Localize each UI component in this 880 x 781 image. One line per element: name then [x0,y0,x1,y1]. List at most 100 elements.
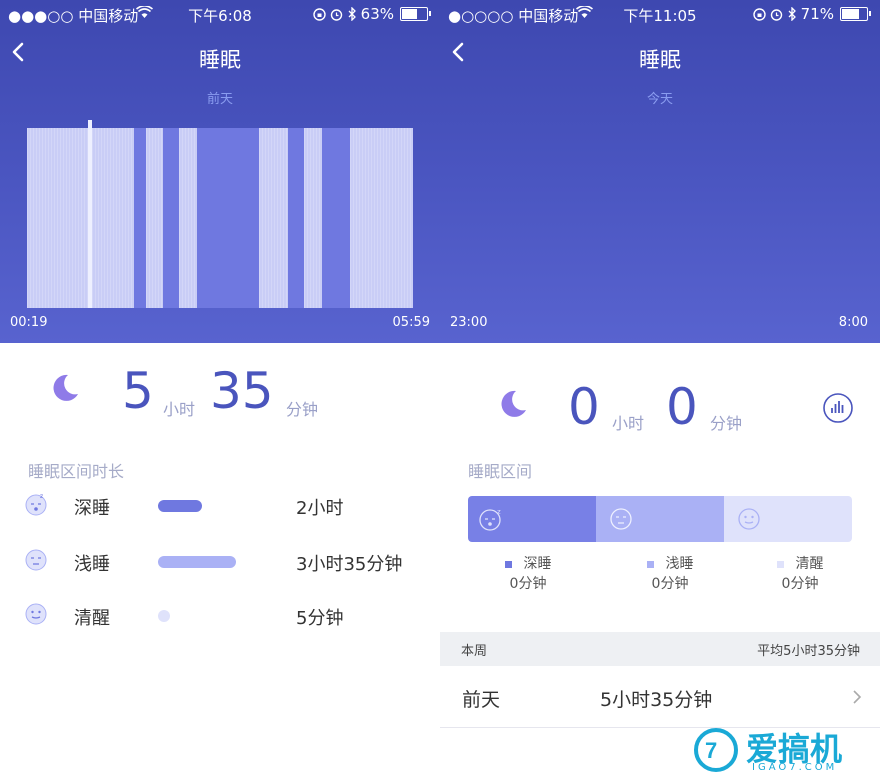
sleep-hours: 0 [568,378,600,436]
row-value: 5分钟 [296,608,344,629]
row-value: 3小时35分钟 [296,554,403,575]
minutes-unit: 分钟 [286,400,319,419]
timeline-end: 8:00 [838,315,868,330]
svg-text:7: 7 [705,738,717,763]
alarm-icon [330,8,342,21]
alarm-icon [770,8,782,21]
awake-bar [158,610,170,622]
deep-sleep-bar [158,500,202,512]
row-light-sleep: 浅睡 3小时35分钟 [0,546,440,586]
status-right-icons: 71% [752,5,871,23]
row-label: 浅睡 [74,554,110,575]
row-deep-sleep: z 深睡 2小时 [0,490,440,530]
sleep-segment [92,128,134,308]
week-average: 平均5小时35分钟 [757,644,860,659]
sleep-timeline-chart [27,120,413,308]
awake-segment [724,496,852,542]
light-sleep-face-icon [25,549,47,571]
chevron-right-icon [853,690,862,704]
sleep-segment [322,128,350,308]
light-sleep-face-icon [610,508,632,530]
timeline-start: 00:19 [10,315,48,330]
legend-label: 浅睡 [665,556,694,572]
hours-unit: 小时 [163,400,196,419]
sleep-segment [288,128,304,308]
deep-sleep-face-icon: z [479,508,501,531]
moon-icon [501,390,526,417]
light-sleep-bar [158,556,236,568]
status-right-icons: 63% [312,5,431,23]
status-bar: ●○○○○ 中国移动 下午11:05 71% [440,0,880,28]
legend-label: 深睡 [523,556,552,572]
rotation-lock-icon [312,7,326,21]
section-title: 睡眠区间时长 [28,462,125,481]
legend-awake: 清醒 0分钟 [760,553,840,593]
deep-sleep-segment: z [468,496,596,542]
legend-value: 0分钟 [651,576,689,592]
bluetooth-icon [788,7,796,21]
sleep-hero: ●○○○○ 中国移动 下午11:05 71% 睡眠 今天 23:00 8:00 [440,0,880,343]
moon-icon [53,374,78,401]
legend-light: 浅睡 0分钟 [630,553,710,593]
sleep-segment [179,128,197,308]
row-label: 清醒 [74,608,110,629]
svg-text:z: z [40,493,43,500]
minutes-unit: 分钟 [710,414,743,433]
sleep-summary: 5 小时 35 分钟 [0,360,440,430]
sleep-segment [197,128,259,308]
list-item-day: 前天 [462,689,501,711]
sleep-minutes: 0 [666,378,698,436]
list-item[interactable]: 前天 5小时35分钟 [440,667,880,728]
sleep-hero: ●●●○○ 中国移动 下午6:08 63% 睡眠 前天 00:19 05:59 [0,0,440,343]
sleep-segment [163,128,179,308]
page-title: 睡眠 [639,48,681,72]
rotation-lock-icon [752,7,766,21]
sleep-minutes: 35 [210,362,274,420]
legend-swatch [504,561,512,568]
row-value: 2小时 [296,498,344,519]
battery-icon [840,7,871,21]
date-label: 今天 [646,92,673,107]
timeline-start: 23:00 [450,315,488,330]
legend-value: 0分钟 [509,576,547,592]
sleep-segment [27,128,88,308]
page-title: 睡眠 [199,48,241,72]
sleep-segment [304,128,322,308]
list-item-duration: 5小时35分钟 [600,689,713,711]
sleep-segment [146,128,163,308]
awake-face-icon [25,603,47,625]
battery-percent: 63% [360,5,394,23]
sleep-segment [134,128,146,308]
watermark-logo: 7 爱搞机 IGAO7.COM [692,722,872,778]
legend-label: 清醒 [795,556,824,572]
sleep-segment [259,128,288,308]
svg-text:z: z [497,508,501,516]
awake-face-icon [738,508,760,530]
light-sleep-segment [596,496,724,542]
battery-percent: 71% [800,5,834,23]
sleep-zone-bar: z [468,496,852,542]
brand-logo-icon: 7 [694,728,738,772]
week-header: 本周 平均5小时35分钟 [440,632,880,666]
battery-icon [400,7,431,21]
row-awake: 清醒 5分钟 [0,600,440,640]
stats-chart-button[interactable] [822,392,854,424]
week-label: 本周 [461,644,488,659]
deep-sleep-face-icon: z [25,493,47,516]
sleep-summary: 0 小时 0 分钟 [440,360,880,436]
legend-swatch [776,561,784,568]
status-bar: ●●●○○ 中国移动 下午6:08 63% [0,0,440,28]
date-label: 前天 [206,92,233,107]
bluetooth-icon [348,7,356,21]
legend-swatch [646,561,654,568]
brand-site: IGAO7.COM [752,762,838,773]
timeline-end: 05:59 [392,315,430,330]
sleep-segment [350,128,413,308]
legend-value: 0分钟 [781,576,819,592]
hours-unit: 小时 [612,414,645,433]
sleep-hours: 5 [122,362,154,420]
section-title: 睡眠区间 [468,462,533,481]
row-label: 深睡 [74,498,110,519]
left-screen: ●●●○○ 中国移动 下午6:08 63% 睡眠 前天 00:19 05:59 … [0,0,440,781]
legend-deep: 深睡 0分钟 [488,553,568,593]
